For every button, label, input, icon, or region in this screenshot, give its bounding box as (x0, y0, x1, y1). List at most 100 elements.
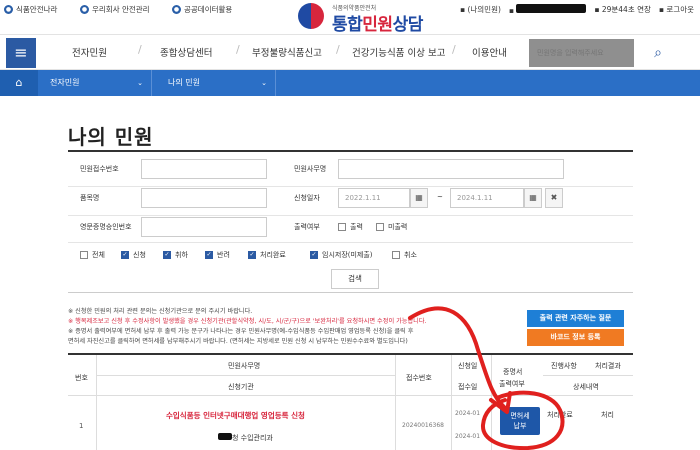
breadcrumb-level2-label: 나의 민원 (168, 78, 200, 87)
col-header-progress: 진행사항 (551, 362, 577, 370)
search-form: 민원접수번호 민원사무명 품목명 신청일자 2022.1.11 ▦ ~ 2024… (68, 150, 633, 293)
food-safety-link[interactable]: ● 식품안전나라 (4, 4, 57, 15)
nav-health-food-report[interactable]: 건강기능식품 이상 보고 (352, 45, 445, 59)
notice-line: ※ 신청한 민원의 처리 관련 문의는 신청기관으로 문의 주시기 바랍니다. (68, 308, 253, 315)
product-input[interactable] (141, 188, 267, 208)
public-data-link[interactable]: ● 공공데이터활용 (172, 4, 232, 15)
print-yes-label: 출력 (350, 223, 363, 231)
status-reject-checkbox[interactable]: ✓ 반려 (205, 250, 230, 260)
status-withdraw-checkbox[interactable]: ✓ 취하 (163, 250, 188, 260)
status-done-checkbox[interactable]: ✓ 처리완료 (248, 250, 286, 260)
divider (68, 242, 633, 243)
menu-icon[interactable]: ≡ (6, 38, 36, 68)
col-divider (395, 355, 396, 450)
col-header-no: 번호 (75, 374, 88, 382)
divider (68, 186, 633, 187)
status-cancel-label: 취소 (404, 251, 417, 259)
logo-part2: 민원 (362, 15, 393, 35)
checkbox-checked: ✓ (163, 251, 171, 259)
nav-guide[interactable]: 이용안내 (472, 45, 507, 59)
print-no-label: 미출력 (388, 223, 408, 231)
row-receipt-no: 20240016368 (402, 422, 444, 429)
redacted-agency (218, 433, 232, 440)
header-sub-divider (96, 375, 395, 376)
redacted-username (516, 4, 587, 13)
nav-e-complaint[interactable]: 전자민원 (72, 45, 107, 59)
breadcrumb-level1[interactable]: 전자민원 ⌄ (38, 70, 152, 96)
status-all-checkbox[interactable]: 전체 (80, 250, 105, 260)
col-divider (451, 355, 452, 450)
cert-approval-label: 영문증명승인번호 (80, 223, 132, 231)
apply-date-label: 신청일자 (294, 194, 320, 202)
col-header-result: 처리결과 (595, 362, 621, 370)
receipt-no-input[interactable] (141, 159, 267, 179)
nav-separator: / (336, 43, 340, 56)
row-agency-label: 청 수입관리과 (232, 434, 273, 442)
col-header-cert-print: 출력여부 (499, 380, 525, 388)
print-faq-button[interactable]: 출력 관련 자주하는 질문 (527, 310, 624, 327)
chevron-down-icon: ⌄ (261, 79, 267, 87)
search-input[interactable] (529, 39, 634, 67)
office-input[interactable] (338, 159, 564, 179)
logout-link[interactable]: ▪ 로그아웃 (659, 4, 694, 15)
notice-line-warning: ※ 행목제조보고 신청 후 수정사항이 발생했을 경우 신청기관(관할식약청, … (68, 318, 427, 325)
clear-date-icon[interactable]: ✖ (545, 188, 563, 208)
date-from-input[interactable]: 2022.1.11 (338, 188, 410, 208)
company-safety-label: 우리회사 안전관리 (92, 5, 150, 14)
food-safety-label: 식품안전나라 (16, 5, 58, 14)
checkbox-checked: ✓ (310, 251, 318, 259)
checkbox-box (338, 223, 346, 231)
checkbox-checked: ✓ (248, 251, 256, 259)
checkbox-checked: ✓ (205, 251, 213, 259)
pay-button-line1: 면허세 (510, 412, 530, 420)
nav-separator: / (138, 43, 142, 56)
logo-part3: 상담 (392, 15, 424, 35)
checkbox-checked: ✓ (121, 251, 129, 259)
divider (68, 215, 633, 216)
calendar-icon[interactable]: ▦ (410, 188, 428, 208)
nav-consult-center[interactable]: 종합상담센터 (160, 45, 212, 59)
search-button[interactable]: 검색 (331, 269, 379, 289)
print-no-checkbox[interactable]: 미출력 (376, 222, 407, 232)
col-header-cert: 증명서 (503, 368, 523, 376)
product-label: 품목명 (80, 194, 100, 202)
barcode-register-button[interactable]: 바코드 정보 등록 (527, 329, 624, 346)
site-logo[interactable]: 식품의약품안전처 통합민원상담 (298, 2, 448, 35)
status-reject-label: 반려 (217, 251, 230, 259)
date-to-input[interactable]: 2024.1.11 (450, 188, 524, 208)
cert-approval-input[interactable] (141, 217, 267, 237)
breadcrumb-level2[interactable]: 나의 민원 ⌄ (152, 70, 276, 96)
row-apply-date: 2024-01 (455, 410, 481, 417)
col-header-agency: 신청기관 (228, 383, 254, 391)
col-header-detail: 상세내역 (573, 383, 599, 391)
status-draft-checkbox[interactable]: ✓ 임시저장(미제출) (310, 250, 373, 260)
print-status-label: 출력여부 (294, 223, 320, 231)
my-complaint-link[interactable]: ▪ (나의민원) (460, 4, 501, 15)
user-links: ▪ (나의민원) ▪ ▪ 29분44초 연장 ▪ 로그아웃 (460, 4, 694, 15)
company-safety-link[interactable]: ● 우리회사 안전관리 (80, 4, 150, 15)
calendar-icon[interactable]: ▦ (524, 188, 542, 208)
public-data-label: 공공데이터활용 (184, 5, 233, 14)
pay-license-tax-button[interactable]: 면허세 납부 (500, 407, 540, 435)
col-divider (96, 355, 97, 450)
session-extend-link[interactable]: ▪ 29분44초 연장 (594, 4, 651, 15)
col-header-apply-date: 신청일 (458, 362, 478, 370)
row-no: 1 (79, 422, 84, 430)
main-nav: ≡ 전자민원 / 종합상담센터 / 부정불량식품신고 / 건강기능식품 이상 보… (0, 34, 700, 70)
receipt-no-label: 민원접수번호 (80, 165, 119, 173)
breadcrumb: ⌂ 전자민원 ⌄ 나의 민원 ⌄ (0, 70, 700, 96)
search-icon[interactable]: ⌕ (636, 39, 680, 67)
checkbox-box (376, 223, 384, 231)
status-apply-checkbox[interactable]: ✓ 신청 (121, 250, 146, 260)
notice-line: ※ 증명서 출력여부에 면허세 납부 후 출력 가능 문구가 나타나는 경우 민… (68, 328, 414, 335)
row-office-link[interactable]: 수입식품등 인터넷구매대행업 영업등록 신청 (166, 410, 305, 421)
nav-bad-food-report[interactable]: 부정불량식품신고 (252, 45, 322, 59)
col-header-receipt: 접수번호 (406, 374, 432, 382)
print-yes-checkbox[interactable]: 출력 (338, 222, 363, 232)
home-icon[interactable]: ⌂ (0, 70, 38, 96)
status-cancel-checkbox[interactable]: 취소 (392, 250, 417, 260)
government-emblem-icon (298, 3, 324, 29)
globe-icon: ● (4, 5, 13, 14)
row-receipt-date: 2024-01 (455, 433, 481, 440)
status-done-label: 처리완료 (260, 251, 286, 259)
